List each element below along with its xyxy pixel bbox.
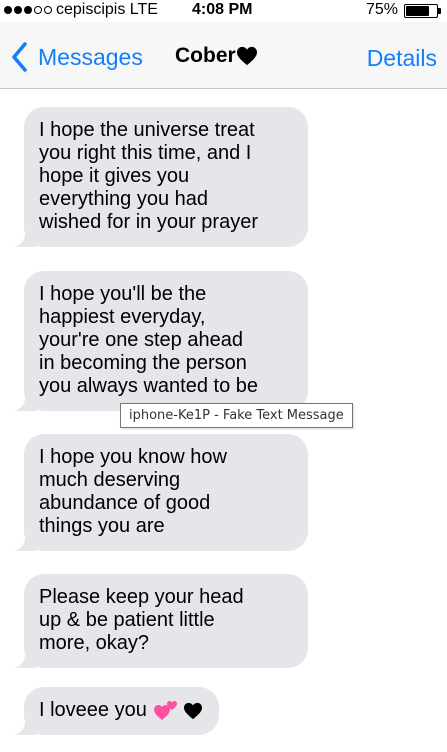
status-time: 4:08 PM	[192, 1, 253, 18]
battery-icon	[404, 4, 438, 18]
battery-nub	[438, 8, 441, 14]
message-text: I hope the universe treat you right this…	[39, 119, 258, 233]
signal-strength-icon	[4, 6, 52, 14]
message-bubble[interactable]: I hope you'll be the happiest everyday, …	[14, 271, 308, 411]
two-hearts-icon	[154, 700, 178, 720]
message-bubble[interactable]: I hope you know how much deserving abund…	[14, 434, 308, 551]
battery-percentage: 75%	[366, 1, 399, 18]
tooltip: iphone-Ke1P - Fake Text Message	[120, 403, 353, 428]
contact-title[interactable]: Cober	[175, 44, 258, 68]
details-button[interactable]: Details	[367, 45, 437, 72]
message-bubble[interactable]: Please keep your head up & be patient li…	[14, 574, 308, 668]
message-bubble[interactable]: I loveee you	[14, 687, 220, 735]
bubble-tail	[14, 648, 36, 668]
message-text: Please keep your head up & be patient li…	[39, 586, 244, 654]
message-text: I hope you know how much deserving abund…	[39, 446, 227, 537]
bubble-tail	[14, 391, 36, 411]
bubble-tail	[14, 715, 36, 735]
carrier-label: cepiscipis LTE	[56, 1, 158, 18]
back-button-label: Messages	[38, 43, 143, 70]
battery-level-fill	[406, 6, 429, 16]
message-text: I hope you'll be the happiest everyday, …	[39, 283, 259, 397]
message-text: I loveee you	[39, 699, 147, 721]
contact-name: Cober	[175, 44, 236, 67]
navigation-bar: Messages Cober Details	[0, 22, 447, 89]
bubble-tail	[14, 227, 36, 247]
status-bar: cepiscipis LTE 4:08 PM 75%	[0, 0, 447, 22]
message-bubble[interactable]: I hope the universe treat you right this…	[14, 107, 308, 247]
black-heart-icon	[236, 46, 257, 66]
bubble-tail	[14, 531, 36, 551]
chevron-left-icon	[12, 42, 27, 72]
back-button[interactable]: Messages	[8, 40, 143, 74]
black-heart-icon	[184, 702, 203, 719]
